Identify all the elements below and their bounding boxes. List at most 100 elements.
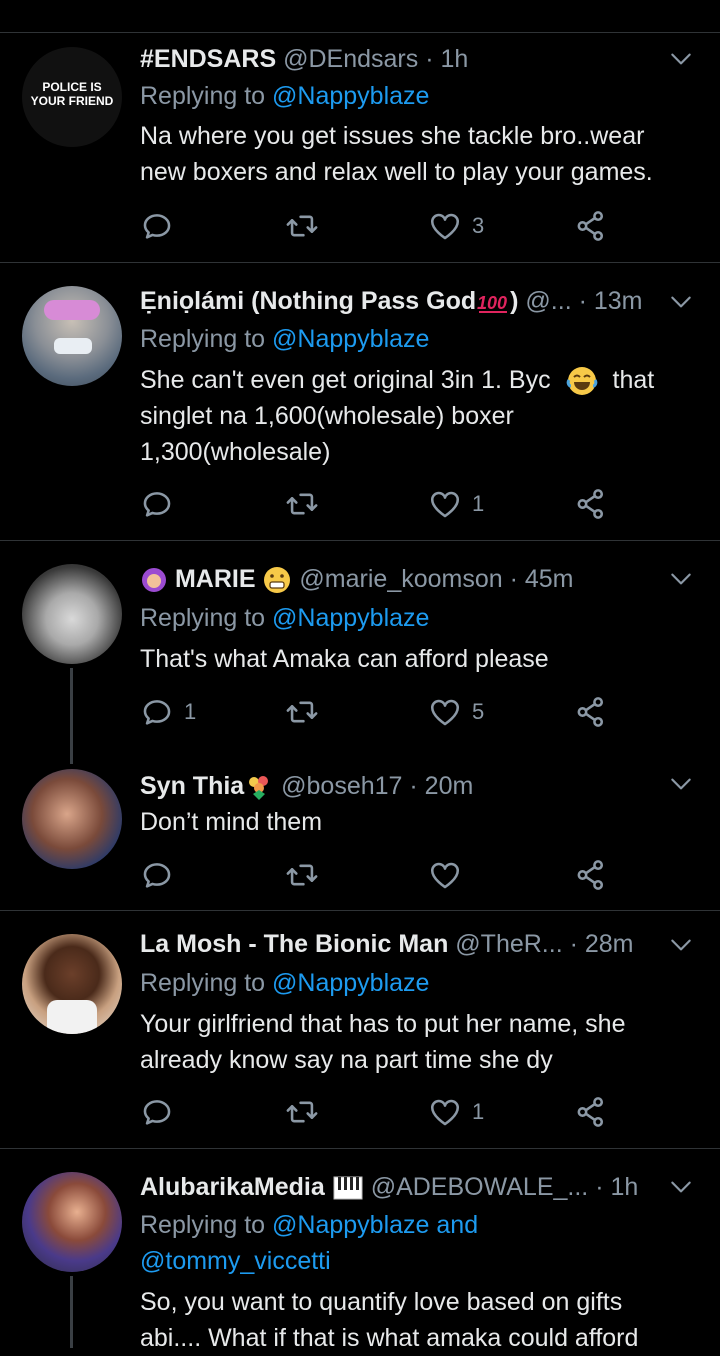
- share-button[interactable]: [574, 694, 608, 730]
- tweet-text-line: Na where you get issues she tackle bro..…: [140, 122, 645, 150]
- reply-button[interactable]: [140, 1094, 174, 1130]
- like-button[interactable]: 3: [428, 208, 484, 244]
- tweet-header: Ẹniọlámi (Nothing Pass God 100) @... · 13…: [140, 283, 680, 319]
- tweet-header: #ENDSARS @DEndsars · 1h: [140, 41, 680, 77]
- reply-icon: [140, 858, 174, 892]
- chevron-down-icon[interactable]: [668, 46, 694, 72]
- like-icon: [428, 209, 462, 243]
- bouquet-emoji-icon: [249, 776, 269, 801]
- replying-to: Replying to @Nappyblaze: [140, 78, 429, 114]
- like-button[interactable]: 1: [428, 486, 484, 522]
- reply-prefix: Replying to: [140, 1211, 266, 1239]
- avatar[interactable]: POLICE IS YOUR FRIEND: [22, 47, 122, 147]
- share-icon: [574, 695, 608, 729]
- tweet-text-line: That's what Amaka can afford please: [140, 645, 549, 673]
- hundred-points-emoji-icon: 100: [477, 293, 507, 314]
- reply-icon: [140, 1095, 174, 1129]
- handle-time: @ADEBOWALE_... · 1h: [370, 1173, 639, 1201]
- avatar[interactable]: [22, 934, 122, 1034]
- reply-button[interactable]: [140, 486, 174, 522]
- tweet-text: So, you want to quantify love based on g…: [140, 1284, 696, 1356]
- mention-link[interactable]: @Nappyblaze: [272, 969, 429, 997]
- replying-to: Replying to @Nappyblaze: [140, 321, 429, 357]
- chevron-down-icon[interactable]: [668, 289, 694, 315]
- tweet-text: Don’t mind them: [140, 804, 696, 840]
- mention-link[interactable]: @Nappyblaze: [272, 325, 429, 353]
- tweet-actions: 3: [140, 208, 620, 244]
- replying-to: Replying to @Nappyblaze: [140, 965, 429, 1001]
- like-button[interactable]: 5: [428, 694, 484, 730]
- woman-emoji-icon: [142, 568, 166, 593]
- tweet-text: She can't even get original 3in 1. Byc t…: [140, 362, 696, 470]
- handle-time: @marie_koomson · 45m: [299, 565, 574, 593]
- tweet-text: Na where you get issues she tackle bro..…: [140, 118, 696, 190]
- retweet-button[interactable]: [285, 694, 319, 730]
- like-icon: [428, 695, 462, 729]
- reply-count: 1: [184, 699, 197, 724]
- retweet-button[interactable]: [285, 486, 319, 522]
- share-button[interactable]: [574, 1094, 608, 1130]
- tweet-text: Your girlfriend that has to put her name…: [140, 1006, 696, 1078]
- mention-link[interactable]: @Nappyblaze: [272, 82, 429, 110]
- chevron-down-icon[interactable]: [668, 566, 694, 592]
- share-button[interactable]: [574, 857, 608, 893]
- avatar[interactable]: [22, 564, 122, 664]
- display-name[interactable]: Syn Thia: [140, 772, 244, 800]
- retweet-button[interactable]: [285, 857, 319, 893]
- tweet-text: That's what Amaka can afford please: [140, 641, 696, 677]
- like-icon: [428, 487, 462, 521]
- retweet-icon: [285, 858, 319, 892]
- tweet-actions: 1: [140, 486, 620, 522]
- avatar-text: POLICE IS: [42, 80, 102, 94]
- tweet-separator: [0, 910, 720, 911]
- mention-link[interactable]: @Nappyblaze: [272, 604, 429, 632]
- tweet-text-line: Don’t mind them: [140, 808, 323, 836]
- handle-time: @DEndsars · 1h: [283, 45, 469, 73]
- reply-button[interactable]: 1: [140, 694, 196, 730]
- tweet-header: MARIE @marie_koomson · 45m: [140, 561, 680, 597]
- chevron-down-icon[interactable]: [668, 932, 694, 958]
- display-name[interactable]: La Mosh - The Bionic Man: [140, 930, 448, 958]
- like-button[interactable]: 1: [428, 1094, 484, 1130]
- replying-to: Replying to @Nappyblaze and: [140, 1207, 478, 1243]
- retweet-icon: [285, 209, 319, 243]
- tweet-header: La Mosh - The Bionic Man @TheR... · 28m: [140, 926, 680, 962]
- tweet-text-line: She can't even get original 3in 1. Byc t…: [140, 362, 696, 398]
- reply-icon: [140, 487, 174, 521]
- retweet-icon: [285, 487, 319, 521]
- svg-text:100: 100: [477, 293, 507, 313]
- reply-prefix: Replying to: [140, 604, 266, 632]
- avatar[interactable]: [22, 1172, 122, 1272]
- mention-link[interactable]: @Nappyblaze and: [272, 1211, 478, 1239]
- retweet-icon: [285, 695, 319, 729]
- share-button[interactable]: [574, 208, 608, 244]
- like-icon: [428, 1095, 462, 1129]
- avatar-text: YOUR FRIEND: [30, 94, 114, 108]
- share-icon: [574, 209, 608, 243]
- avatar[interactable]: [22, 286, 122, 386]
- laughing-tears-emoji-icon: [566, 367, 597, 396]
- chevron-down-icon[interactable]: [668, 771, 694, 797]
- display-name[interactable]: MARIE: [175, 565, 256, 593]
- tweet-separator: [0, 262, 720, 263]
- share-button[interactable]: [574, 486, 608, 522]
- avatar[interactable]: [22, 769, 122, 869]
- display-name[interactable]: AlubarikaMedia: [140, 1173, 325, 1201]
- display-name[interactable]: #ENDSARS: [140, 45, 276, 73]
- reply-button[interactable]: [140, 208, 174, 244]
- tweet-text-line: abi.... What if that is what amaka could…: [140, 1324, 639, 1352]
- like-count: 3: [472, 213, 485, 238]
- share-icon: [574, 487, 608, 521]
- retweet-button[interactable]: [285, 208, 319, 244]
- retweet-button[interactable]: [285, 1094, 319, 1130]
- mention-link[interactable]: @tommy_viccetti: [140, 1247, 331, 1275]
- tweet-separator: [0, 1148, 720, 1149]
- reply-prefix: Replying to: [140, 82, 266, 110]
- like-count: 5: [472, 699, 485, 724]
- handle-time: @boseh17 · 20m: [281, 772, 474, 800]
- like-button[interactable]: [428, 857, 462, 893]
- like-count: 1: [472, 491, 485, 516]
- display-name[interactable]: Ẹniọlámi (Nothing Pass God 100): [140, 287, 518, 315]
- reply-button[interactable]: [140, 857, 174, 893]
- chevron-down-icon[interactable]: [668, 1174, 694, 1200]
